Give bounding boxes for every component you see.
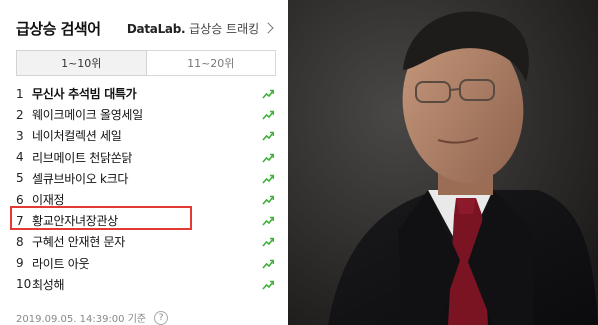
- datalab-logo: DataLab.: [126, 22, 186, 36]
- trend-up-icon[interactable]: [262, 130, 274, 141]
- trend-up-icon[interactable]: [262, 109, 274, 120]
- panel-title: 급상승 검색어: [16, 20, 101, 38]
- keyword-text[interactable]: 황교안자녀장관상: [32, 212, 118, 229]
- keyword-text[interactable]: 이재정: [32, 191, 65, 208]
- keyword-text[interactable]: 라이트 아웃: [32, 255, 90, 272]
- timestamp: 2019.09.05. 14:39:00 기준: [16, 314, 147, 325]
- keyword-row[interactable]: 1 무신사 추석빔 대특가: [16, 83, 276, 104]
- rank-number: 6: [16, 192, 24, 207]
- trend-up-icon[interactable]: [262, 173, 274, 184]
- trend-up-icon[interactable]: [262, 236, 274, 247]
- rank-number: 8: [16, 234, 24, 249]
- keyword-row[interactable]: 6 이재정: [16, 189, 276, 210]
- keyword-row[interactable]: 4 리브메이트 천닭쏜닭: [16, 147, 276, 168]
- trend-up-icon[interactable]: [262, 194, 274, 205]
- tab-rank-1-10[interactable]: 1~10위: [16, 50, 147, 76]
- trend-up-icon[interactable]: [262, 279, 274, 290]
- keyword-text[interactable]: 리브메이트 천닭쏜닭: [32, 149, 132, 166]
- trend-up-icon[interactable]: [262, 88, 274, 99]
- panel-header: 급상승 검색어 DataLab. 급상승 트래킹: [16, 18, 276, 42]
- rank-number: 2: [16, 107, 24, 122]
- keyword-row[interactable]: 2 웨이크메이크 올영세일: [16, 104, 276, 125]
- keyword-text[interactable]: 최성해: [32, 276, 65, 293]
- keyword-row[interactable]: 5 셀큐브바이오 k크다: [16, 168, 276, 189]
- keyword-text[interactable]: 네이처컬렉션 세일: [32, 127, 122, 144]
- keyword-row[interactable]: 9 라이트 아웃: [16, 253, 276, 274]
- keyword-row[interactable]: 7 황교안자녀장관상: [16, 210, 276, 231]
- rank-number: 7: [16, 213, 24, 228]
- rank-number: 4: [16, 150, 24, 165]
- rank-number: 5: [16, 171, 24, 186]
- keyword-text[interactable]: 셀큐브바이오 k크다: [32, 170, 128, 187]
- keyword-text[interactable]: 웨이크메이크 올영세일: [32, 106, 143, 123]
- keyword-row[interactable]: 10 최성해: [16, 274, 276, 295]
- trend-up-icon[interactable]: [262, 258, 274, 269]
- photo: [288, 0, 598, 325]
- rank-number: 3: [16, 128, 24, 143]
- keyword-row[interactable]: 3 네이처컬렉션 세일: [16, 125, 276, 146]
- chevron-right-icon: [262, 22, 274, 34]
- help-icon[interactable]: ?: [154, 310, 169, 325]
- trend-tracking-label: 급상승 트래킹: [189, 22, 260, 36]
- realtime-search-panel: 급상승 검색어 DataLab. 급상승 트래킹 1~10위 11~20위 1무…: [6, 6, 280, 325]
- footer: 2019.09.05. 14:39:00 기준 ?: [16, 310, 169, 325]
- trend-up-icon[interactable]: [262, 215, 274, 226]
- datalab-trend-link[interactable]: DataLab. 급상승 트래킹: [126, 20, 274, 37]
- rank-number: 9: [16, 256, 24, 271]
- rank-number: 1: [16, 86, 24, 101]
- tab-rank-11-20[interactable]: 11~20위: [146, 50, 276, 76]
- rank-number: 10: [16, 277, 32, 292]
- keyword-text[interactable]: 무신사 추석빔 대특가: [32, 85, 137, 102]
- rank-tabs: 1~10위 11~20위: [16, 50, 276, 76]
- keyword-row[interactable]: 8 구혜선 안재현 문자: [16, 231, 276, 252]
- keyword-list: 1 무신사 추석빔 대특가 2 웨이크메이크 올영세일 3 네이처컬렉션 세일 4 리브메이트…: [16, 83, 276, 295]
- keyword-text[interactable]: 구혜선 안재현 문자: [32, 233, 125, 250]
- trend-up-icon[interactable]: [262, 152, 274, 163]
